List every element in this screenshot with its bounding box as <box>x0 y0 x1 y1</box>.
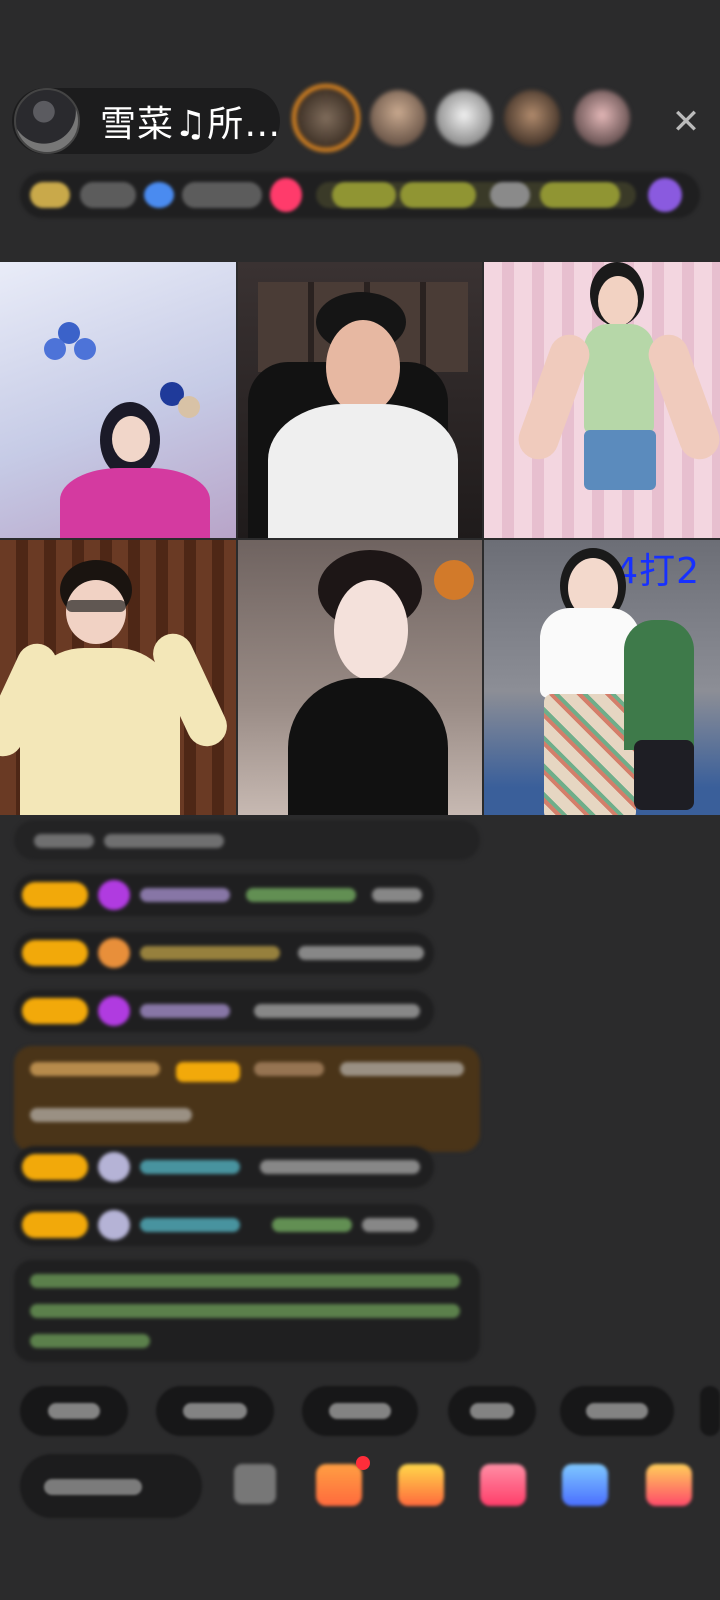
gift-box-icon[interactable] <box>316 1464 362 1506</box>
chat-message[interactable] <box>14 874 434 916</box>
host-avatar[interactable] <box>14 88 80 154</box>
chat-input[interactable] <box>20 1454 202 1518</box>
quick-reply-chip[interactable] <box>156 1386 274 1436</box>
guest-video-tile-3[interactable] <box>484 262 720 538</box>
chat-message-list[interactable] <box>0 820 720 1362</box>
guest-video-tile-5[interactable] <box>238 540 482 815</box>
guest-video-tile-4[interactable] <box>0 540 236 815</box>
notification-dot <box>356 1456 370 1470</box>
top-viewer-avatar-3[interactable] <box>436 90 492 146</box>
guest-video-tile-1[interactable] <box>0 262 236 538</box>
guest-video-tile-2[interactable] <box>238 262 482 538</box>
heart-icon[interactable] <box>480 1464 526 1506</box>
top-viewer-avatar-5[interactable] <box>574 90 630 146</box>
more-icon[interactable] <box>646 1464 692 1506</box>
room-info-bar[interactable] <box>20 172 700 218</box>
chat-message[interactable] <box>14 932 434 974</box>
quick-reply-chip[interactable] <box>448 1386 536 1436</box>
guest-video-tile-6[interactable]: 4打2 <box>484 540 720 815</box>
highlighted-chat-message[interactable] <box>14 1046 480 1152</box>
quick-reply-chip[interactable] <box>302 1386 418 1436</box>
bottom-action-bar <box>0 1454 720 1534</box>
system-message <box>14 820 480 860</box>
chat-message[interactable] <box>14 990 434 1032</box>
room-announcement <box>14 1260 480 1362</box>
quick-reply-chips <box>0 1386 720 1436</box>
top-viewer-avatar-1[interactable] <box>292 84 360 152</box>
multi-guest-video-grid: 4打2 <box>0 262 720 815</box>
host-profile-pill[interactable]: 雪菜♫所… <box>12 88 280 154</box>
close-icon[interactable]: ✕ <box>668 104 704 140</box>
emoji-icon[interactable] <box>234 1464 276 1504</box>
game-icon[interactable] <box>562 1464 608 1506</box>
host-name: 雪菜♫所… <box>100 104 282 145</box>
quick-reply-chip[interactable] <box>700 1386 720 1436</box>
top-viewer-avatar-2[interactable] <box>370 90 426 146</box>
top-viewer-avatar-4[interactable] <box>504 90 560 146</box>
quick-reply-chip[interactable] <box>560 1386 674 1436</box>
gift-icon[interactable] <box>398 1464 444 1506</box>
quick-reply-chip[interactable] <box>20 1386 128 1436</box>
chat-message[interactable] <box>14 1146 434 1188</box>
chat-message[interactable] <box>14 1204 434 1246</box>
pk-score-label: 4打2 <box>615 551 700 592</box>
